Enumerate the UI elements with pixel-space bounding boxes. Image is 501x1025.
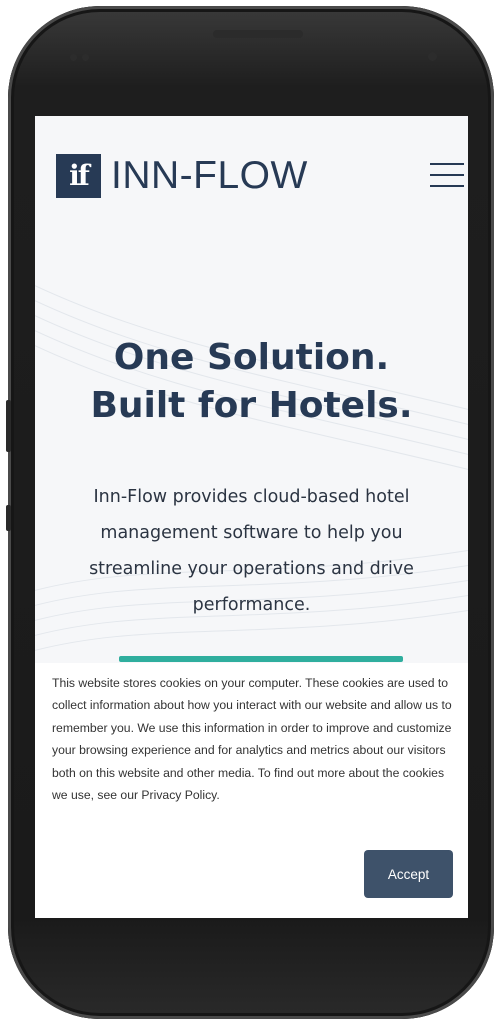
hamburger-menu-icon[interactable] bbox=[430, 160, 466, 190]
hero-subtitle: Inn-Flow provides cloud-based hotel mana… bbox=[89, 487, 414, 615]
phone-screen: if INN-FLOW One Solution. Built for Hote… bbox=[35, 116, 468, 918]
cookie-message: This website stores cookies on your comp… bbox=[52, 676, 452, 803]
hero-title: One Solution. Built for Hotels. bbox=[35, 334, 468, 430]
brand-logo-mark[interactable]: if bbox=[56, 154, 101, 198]
cta-button-edge[interactable] bbox=[119, 656, 403, 662]
cookie-banner: This website stores cookies on your comp… bbox=[35, 663, 468, 918]
phone-volume-button bbox=[6, 400, 11, 452]
menu-line bbox=[430, 174, 464, 176]
hero-title-line-2: Built for Hotels. bbox=[90, 385, 413, 426]
hero-title-line-1: One Solution. bbox=[113, 337, 390, 378]
menu-line bbox=[430, 163, 464, 165]
menu-line bbox=[430, 185, 464, 187]
phone-sensor-dot bbox=[70, 54, 77, 61]
phone-power-button bbox=[6, 505, 11, 531]
accept-cookies-button[interactable]: Accept bbox=[364, 850, 453, 898]
brand-name[interactable]: INN-FLOW bbox=[111, 152, 308, 200]
phone-speaker bbox=[213, 30, 303, 38]
phone-camera-icon bbox=[428, 52, 437, 61]
phone-sensor-dot bbox=[82, 54, 89, 61]
